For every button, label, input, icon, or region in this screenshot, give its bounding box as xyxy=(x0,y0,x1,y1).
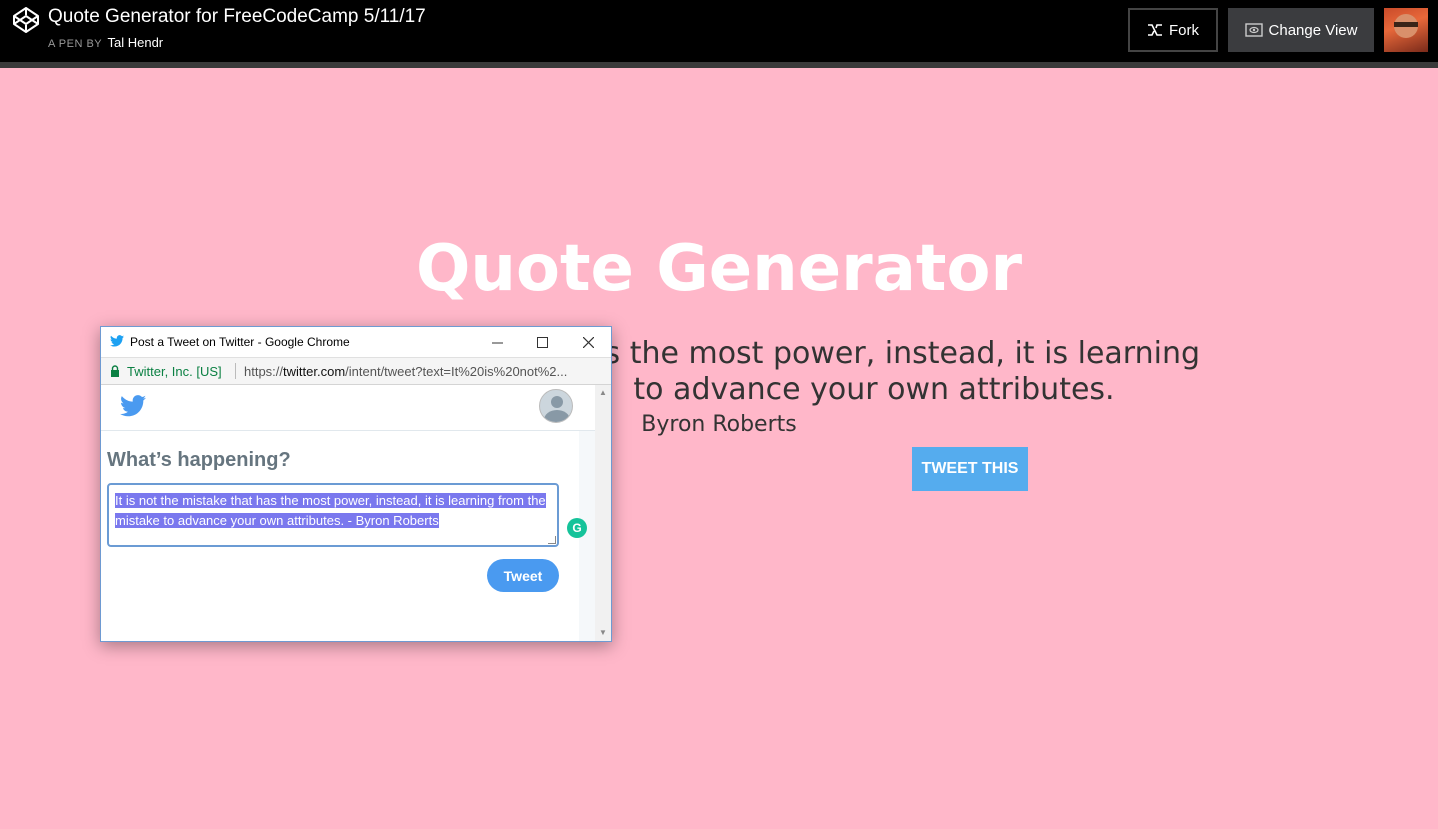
codepen-header: Quote Generator for FreeCodeCamp 5/11/17… xyxy=(0,0,1438,62)
popup-window-title: Post a Tweet on Twitter - Google Chrome xyxy=(130,335,350,349)
address-separator xyxy=(235,363,236,379)
eye-icon xyxy=(1244,23,1263,37)
popup-titlebar[interactable]: Post a Tweet on Twitter - Google Chrome xyxy=(101,327,611,357)
twitter-profile-avatar[interactable] xyxy=(539,389,573,423)
fork-button[interactable]: Fork xyxy=(1128,8,1218,52)
popup-url: https://twitter.com/intent/tweet?text=It… xyxy=(244,364,604,379)
tweet-popup-window: Post a Tweet on Twitter - Google Chrome … xyxy=(100,326,612,642)
change-view-label: Change View xyxy=(1268,21,1358,39)
tweet-this-button[interactable]: TWEET THIS xyxy=(912,447,1028,491)
codepen-logo-icon[interactable] xyxy=(12,6,40,34)
compose-heading: What’s happening? xyxy=(107,449,291,471)
byline-prefix: A PEN BY xyxy=(48,38,102,50)
fork-label: Fork xyxy=(1169,21,1199,39)
twitter-logo-icon[interactable] xyxy=(120,395,146,417)
tweet-submit-button[interactable]: Tweet xyxy=(487,559,559,592)
fork-icon xyxy=(1148,24,1162,36)
avatar-head xyxy=(551,396,563,408)
site-identity: Twitter, Inc. [US] xyxy=(127,364,222,379)
pen-byline: A PEN BY Tal Hendr xyxy=(48,35,163,50)
twitter-compose-page: What’s happening? It is not the mistake … xyxy=(101,385,595,641)
url-path: /intent/tweet?text=It%20is%20not%2... xyxy=(345,364,568,379)
pen-title: Quote Generator for FreeCodeCamp 5/11/17 xyxy=(48,6,426,27)
maximize-button[interactable] xyxy=(531,331,553,353)
url-scheme: https:// xyxy=(244,364,284,379)
popup-address-bar[interactable]: Twitter, Inc. [US] https://twitter.com/i… xyxy=(101,357,611,385)
textarea-resize-handle[interactable] xyxy=(548,536,556,544)
lock-icon xyxy=(111,365,119,377)
avatar-shoulders xyxy=(544,410,570,422)
user-avatar[interactable] xyxy=(1384,8,1428,52)
close-button[interactable] xyxy=(577,331,599,353)
minimize-icon xyxy=(491,342,503,343)
page-title: Quote Generator xyxy=(416,232,1022,306)
change-view-button[interactable]: Change View xyxy=(1228,8,1374,52)
header-divider xyxy=(0,62,1438,68)
scroll-up-arrow-icon[interactable]: ▲ xyxy=(598,388,608,398)
minimize-button[interactable] xyxy=(486,331,508,353)
grammarly-icon[interactable]: G xyxy=(567,518,587,538)
scroll-down-arrow-icon[interactable]: ▼ xyxy=(598,628,608,638)
twitter-topbar xyxy=(101,385,595,431)
avatar-glasses xyxy=(1394,22,1418,27)
twitter-bird-icon xyxy=(110,335,124,347)
tweet-text-selected: It is not the mistake that has the most … xyxy=(115,493,546,528)
maximize-icon xyxy=(536,336,548,348)
url-host: twitter.com xyxy=(283,364,346,379)
author-link[interactable]: Tal Hendr xyxy=(108,35,164,50)
popup-scrollbar[interactable]: ▲ ▼ xyxy=(595,385,611,641)
close-icon xyxy=(582,336,594,348)
tweet-textarea[interactable]: It is not the mistake that has the most … xyxy=(107,483,559,547)
